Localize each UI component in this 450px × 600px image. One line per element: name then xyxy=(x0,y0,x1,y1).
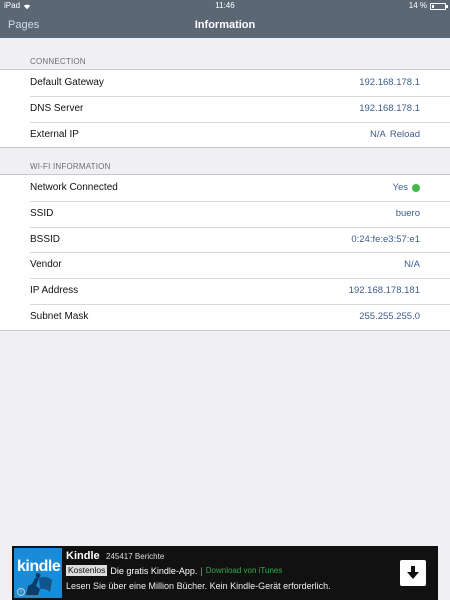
ad-separator: | xyxy=(200,565,203,576)
kindle-ad-banner[interactable]: kindle i Kindle 245417 Berichte Kostenlo… xyxy=(12,546,438,600)
row-value: 192.168.178.181 xyxy=(349,278,420,304)
ad-description: Lesen Sie über eine Million Bücher. Kein… xyxy=(66,581,331,591)
row-label: Vendor xyxy=(30,259,62,271)
ad-app-name: Kindle xyxy=(66,550,100,562)
dns-server-value: 192.168.178.1 xyxy=(359,102,420,114)
external-ip-value: N/A xyxy=(370,128,386,140)
table-row: External IP N/A Reload xyxy=(0,121,450,148)
row-label: Subnet Mask xyxy=(30,310,89,322)
battery-icon xyxy=(430,2,448,10)
row-value: 192.168.178.1 xyxy=(359,70,420,96)
top-bar: iPad 11:46 14 % Pages Information xyxy=(0,0,450,38)
table-row: IP Address 192.168.178.181 xyxy=(0,278,450,304)
status-right: 14 % xyxy=(408,0,448,12)
table-row: BSSID 0:24:fe:e3:57:e1 xyxy=(0,226,450,253)
app-root: iPad 11:46 14 % Pages Information CONNEC… xyxy=(0,0,450,600)
network-connected-value: Yes xyxy=(392,182,409,193)
battery-percent: 14 % xyxy=(408,1,427,10)
kindle-logo: kindle i xyxy=(14,548,62,598)
ssid-value: buero xyxy=(395,207,420,219)
row-value: N/A Reload xyxy=(370,122,420,148)
row-value: buero xyxy=(396,201,420,227)
table-row: Subnet Mask 255.255.255.0 xyxy=(0,303,450,330)
table-row: Network Connected Yes xyxy=(0,175,450,201)
status-bar: iPad 11:46 14 % xyxy=(0,0,450,12)
page-title: Information xyxy=(194,19,256,31)
reload-button[interactable]: Reload xyxy=(390,122,420,148)
download-button[interactable] xyxy=(400,560,426,586)
subnet-mask-value: 255.255.255.0 xyxy=(359,310,420,322)
status-time: 11:46 xyxy=(215,1,235,10)
row-value: 255.255.255.0 xyxy=(359,304,420,330)
table-row: DNS Server 192.168.178.1 xyxy=(0,95,450,122)
row-label: Default Gateway xyxy=(30,77,104,88)
ad-tagline: Die gratis Kindle-App. xyxy=(110,565,198,576)
ip-address-value: 192.168.178.181 xyxy=(348,285,420,297)
download-arrow-icon xyxy=(407,566,419,579)
row-label: External IP xyxy=(30,128,79,140)
table-row: SSID buero xyxy=(0,200,450,227)
table-row: Vendor N/A xyxy=(0,252,450,278)
bssid-value: 0:24:fe:e3:57:e1 xyxy=(351,233,420,245)
wifi-group: Network Connected Yes SSID buero BSSID 0… xyxy=(0,174,450,331)
row-label: BSSID xyxy=(30,233,61,245)
itunes-download-link[interactable]: Download von iTunes xyxy=(206,566,283,575)
kindle-reader-icon xyxy=(26,573,52,595)
free-badge: Kostenlos xyxy=(66,565,108,576)
row-value: 0:24:fe:e3:57:e1 xyxy=(351,227,420,253)
ad-tagline-line: Kostenlos Die gratis Kindle-App. | Downl… xyxy=(66,565,282,576)
row-label: DNS Server xyxy=(30,102,84,114)
row-value: Yes xyxy=(392,175,420,201)
navigation-bar: Pages Information xyxy=(0,12,450,38)
connection-section-header: CONNECTION xyxy=(30,57,86,66)
default-gateway-value: 192.168.178.1 xyxy=(359,77,420,88)
ad-reviews: 245417 Berichte xyxy=(106,552,165,561)
row-value: N/A xyxy=(404,252,420,278)
row-label: SSID xyxy=(30,207,54,219)
connected-status-dot xyxy=(412,183,420,192)
vendor-value: N/A xyxy=(404,259,420,271)
row-label: Network Connected xyxy=(30,182,118,193)
row-label: IP Address xyxy=(30,285,79,297)
battery-fill xyxy=(432,4,434,8)
wifi-section-header: WI-FI INFORMATION xyxy=(30,162,111,171)
connection-group: Default Gateway 192.168.178.1 DNS Server… xyxy=(0,69,450,149)
info-icon[interactable]: i xyxy=(17,588,25,596)
table-row: Default Gateway 192.168.178.1 xyxy=(0,70,450,96)
row-value: 192.168.178.1 xyxy=(359,96,420,122)
